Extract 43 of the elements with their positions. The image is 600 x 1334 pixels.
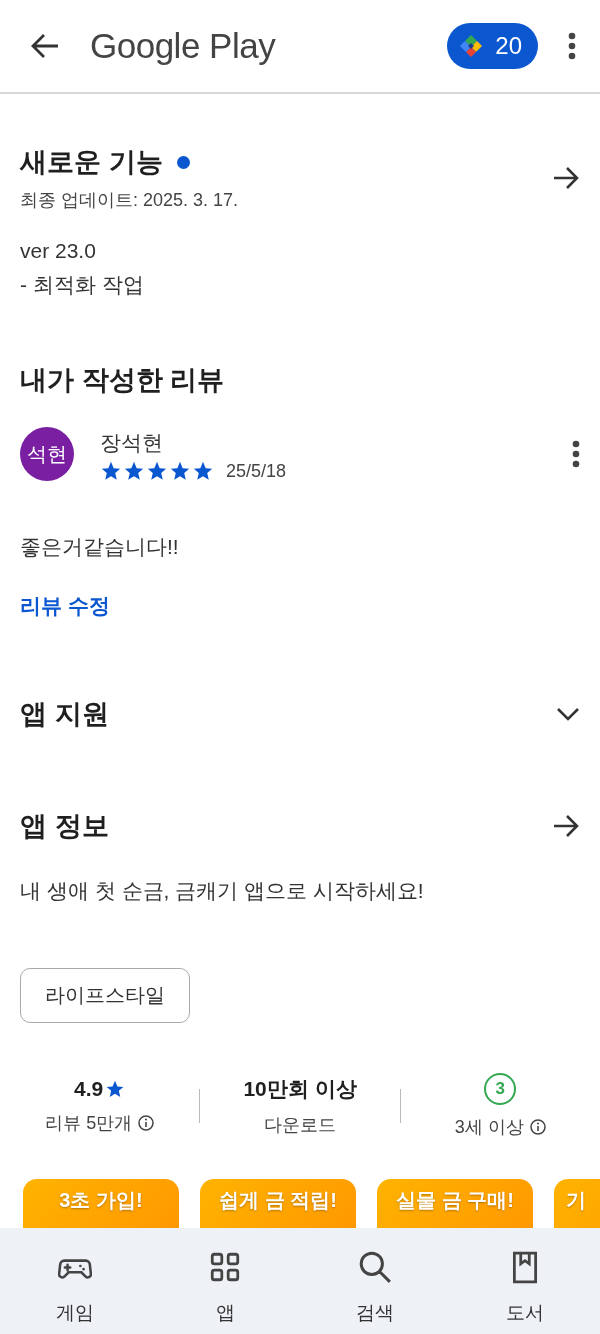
chevron-down-icon[interactable] [556,707,580,721]
star-icon [105,1079,126,1099]
review-date: 25/5/18 [226,460,287,482]
info-icon[interactable] [529,1119,546,1135]
nav-tab[interactable]: 게임 [0,1248,150,1326]
apps-icon [208,1250,242,1284]
nav-tab[interactable]: 도서 [450,1248,600,1326]
star-icon [146,460,168,482]
nav-tab[interactable]: 검색 [300,1248,450,1326]
more-icon[interactable] [568,32,576,60]
section-title: 새로운 기능 [20,144,190,180]
arrow-right-icon[interactable] [552,166,580,190]
stat-label: 3세 이상 [454,1116,524,1139]
stat-value: 4.9 [74,1077,126,1101]
reviewer-name: 장석현 [100,430,164,456]
age-rating-badge: 3 [484,1073,517,1105]
app-title: Google Play [90,26,277,66]
stat-label: 리뷰 5만개 [45,1112,133,1135]
avatar: 석현 [20,427,74,481]
review-menu-icon[interactable] [572,440,580,468]
points-button[interactable]: 20 [447,23,538,69]
info-icon[interactable] [138,1115,155,1131]
star-icon [100,460,122,482]
release-note: - 최적화 작업 [20,272,145,298]
section-title: 내가 작성한 리뷰 [20,364,224,397]
search-icon [358,1250,392,1284]
edit-review-link[interactable]: 리뷰 수정 [20,592,110,620]
section-title: 앱 지원 [20,698,109,731]
app-description: 내 생애 첫 순금, 금캐기 앱으로 시작하세요! [20,878,425,904]
arrow-right-icon[interactable] [552,814,580,838]
star-icon [192,460,214,482]
back-icon[interactable] [30,33,60,59]
section-title: 앱 정보 [20,810,109,843]
star-icon [123,460,145,482]
review-text: 좋은거같습니다!! [20,534,180,560]
nav-tab[interactable]: 앱 [150,1248,300,1326]
release-note: ver 23.0 [20,238,97,264]
stat-label: 다운로드 [264,1114,336,1137]
star-icon [169,460,191,482]
stat-value: 10만회 이상 [243,1076,357,1102]
diamond-icon [459,34,484,58]
category-chip[interactable]: 라이프스타일 [20,968,190,1023]
update-date: 최종 업데이트: 2025. 3. 17. [20,189,239,212]
